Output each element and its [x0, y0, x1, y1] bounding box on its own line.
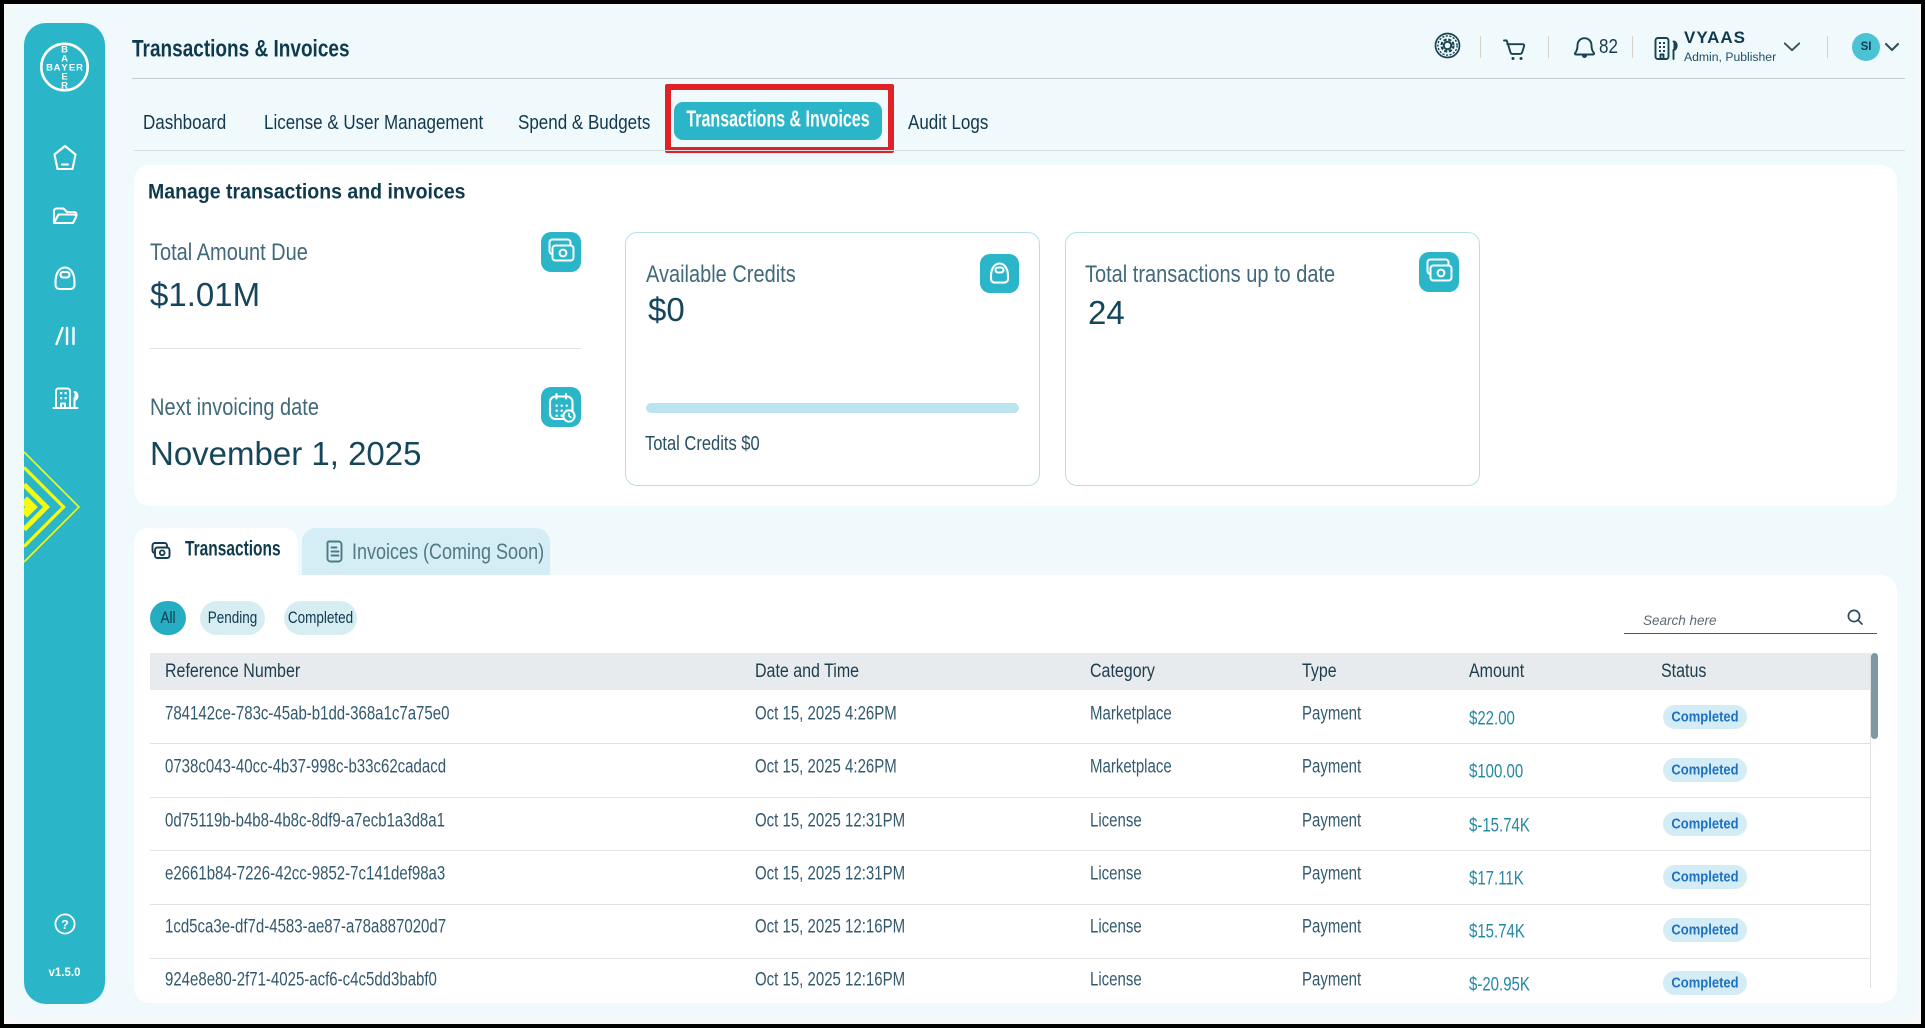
svg-text:R: R — [61, 81, 68, 92]
svg-text:?: ? — [61, 918, 69, 932]
svg-text:R: R — [76, 63, 83, 74]
svg-text:B: B — [46, 63, 53, 74]
svg-text:v1.5.0: v1.5.0 — [49, 967, 81, 979]
svg-text:A: A — [54, 63, 61, 74]
svg-text:E: E — [69, 63, 75, 74]
